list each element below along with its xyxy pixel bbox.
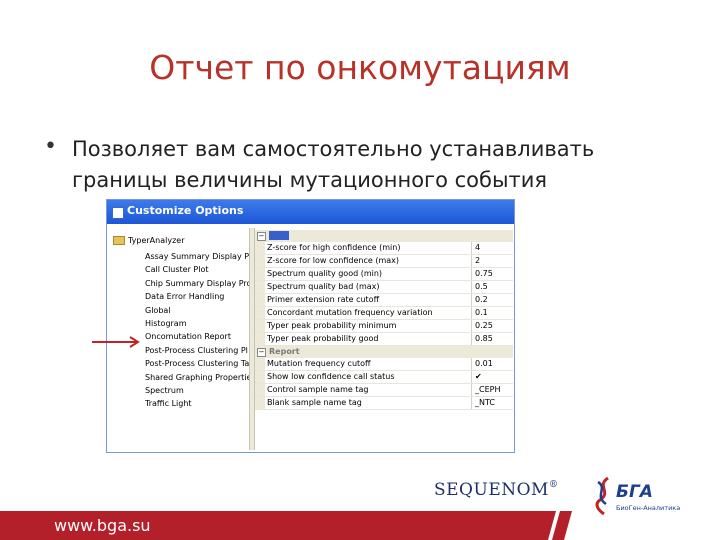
tree-item-assay-summary[interactable]: Assay Summary Display Pr: [145, 250, 252, 263]
property-value[interactable]: 0.5: [472, 281, 513, 293]
tree-root-label: TyperAnalyzer: [128, 236, 185, 245]
property-value[interactable]: 2: [472, 255, 513, 267]
row-gutter: [255, 333, 265, 345]
tree-root[interactable]: TyperAnalyzer: [113, 236, 184, 245]
property-value[interactable]: 0.85: [472, 333, 513, 345]
property-row[interactable]: Concordant mutation frequency variation 0…: [255, 307, 513, 320]
property-name: Control sample name tag: [265, 384, 472, 396]
property-grid: − Z-score for high confidence (min) 4 Z-s…: [255, 230, 513, 410]
row-gutter: [255, 384, 265, 396]
tree-item-histogram[interactable]: Histogram: [145, 317, 252, 330]
property-name: Concordant mutation frequency variation: [265, 307, 472, 319]
row-gutter: [255, 294, 265, 306]
bga-wordmark: БГА: [616, 482, 653, 502]
slide-title: Отчет по онкомутациям: [149, 48, 571, 87]
row-gutter: [255, 397, 265, 409]
bga-emblem-icon: [595, 476, 609, 516]
property-name: Typer peak probability minimum: [265, 320, 472, 332]
tree-item-spectrum[interactable]: Spectrum: [145, 384, 252, 397]
tree-item-oncomutation-report[interactable]: Oncomutation Report: [145, 330, 252, 343]
property-value[interactable]: 0.2: [472, 294, 513, 306]
tree-item-shared-graphing[interactable]: Shared Graphing Propertie: [145, 371, 252, 384]
property-row[interactable]: Typer peak probability minimum 0.25: [255, 320, 513, 333]
category-label: Report: [269, 347, 300, 356]
category-selection: [269, 231, 289, 240]
tree-item-chip-summary[interactable]: Chip Summary Display Pro: [145, 277, 252, 290]
property-row[interactable]: Show low confidence call status ✔: [255, 371, 513, 384]
collapse-icon[interactable]: −: [257, 348, 266, 357]
property-name: Z-score for low confidence (max): [265, 255, 472, 267]
checkmark-icon[interactable]: ✔: [472, 371, 513, 383]
window-title: Customize Options: [127, 204, 244, 217]
category-row-general[interactable]: −: [255, 230, 513, 242]
window-titlebar[interactable]: Customize Options: [107, 200, 514, 224]
sequenom-wordmark: SEQUENOM: [434, 480, 549, 500]
property-value[interactable]: 4: [472, 242, 513, 254]
property-name: Blank sample name tag: [265, 397, 472, 409]
row-gutter: [255, 307, 265, 319]
property-row[interactable]: Z-score for high confidence (min) 4: [255, 242, 513, 255]
arrow-icon: [92, 336, 140, 348]
property-name: Typer peak probability good: [265, 333, 472, 345]
category-row-report[interactable]: − Report: [255, 346, 513, 358]
bullet-marker: •: [44, 134, 57, 159]
window-app-icon: [112, 207, 124, 219]
property-name: Spectrum quality bad (max): [265, 281, 472, 293]
property-value[interactable]: 0.01: [472, 358, 513, 370]
property-row[interactable]: Spectrum quality bad (max) 0.5: [255, 281, 513, 294]
property-row[interactable]: Z-score for low confidence (max) 2: [255, 255, 513, 268]
tree-item-post-process-table[interactable]: Post-Process Clustering Ta: [145, 357, 252, 370]
property-row[interactable]: Spectrum quality good (min) 0.75: [255, 268, 513, 281]
tree-item-traffic-light[interactable]: Traffic Light: [145, 397, 252, 410]
property-row[interactable]: Primer extension rate cutoff 0.2: [255, 294, 513, 307]
bga-logo: БГА БиоГен-Аналитика: [592, 476, 692, 516]
bullet-text: Позволяет вам самостоятельно устанавлива…: [72, 137, 595, 192]
property-row[interactable]: Blank sample name tag _NTC: [255, 397, 513, 410]
tree-item-data-error-handling[interactable]: Data Error Handling: [145, 290, 252, 303]
property-value[interactable]: _NTC: [472, 397, 513, 409]
folder-icon: [113, 236, 125, 245]
row-gutter: [255, 242, 265, 254]
customize-options-window: Customize Options TyperAnalyzer Assay Su…: [106, 199, 515, 453]
tree-item-call-cluster-plot[interactable]: Call Cluster Plot: [145, 263, 252, 276]
tree-item-post-process-plot[interactable]: Post-Process Clustering Pl: [145, 344, 252, 357]
row-gutter: [255, 371, 265, 383]
row-gutter: [255, 255, 265, 267]
property-name: Primer extension rate cutoff: [265, 294, 472, 306]
property-value[interactable]: _CEPH: [472, 384, 513, 396]
property-name: Show low confidence call status: [265, 371, 472, 383]
property-row[interactable]: Mutation frequency cutoff 0.01: [255, 358, 513, 371]
sequenom-logo: SEQUENOM®: [434, 480, 558, 500]
tree-item-global[interactable]: Global: [145, 304, 252, 317]
row-gutter: [255, 320, 265, 332]
property-name: Z-score for high confidence (min): [265, 242, 472, 254]
footer-url[interactable]: www.bga.su: [54, 516, 151, 535]
property-row[interactable]: Typer peak probability good 0.85: [255, 333, 513, 346]
row-gutter: [255, 358, 265, 370]
property-value[interactable]: 0.1: [472, 307, 513, 319]
property-row[interactable]: Control sample name tag _CEPH: [255, 384, 513, 397]
sequenom-registered-mark: ®: [548, 480, 559, 490]
row-gutter: [255, 268, 265, 280]
property-value[interactable]: 0.25: [472, 320, 513, 332]
property-name: Mutation frequency cutoff: [265, 358, 472, 370]
collapse-icon[interactable]: −: [257, 232, 266, 241]
property-name: Spectrum quality good (min): [265, 268, 472, 280]
row-gutter: [255, 281, 265, 293]
property-value[interactable]: 0.75: [472, 268, 513, 280]
